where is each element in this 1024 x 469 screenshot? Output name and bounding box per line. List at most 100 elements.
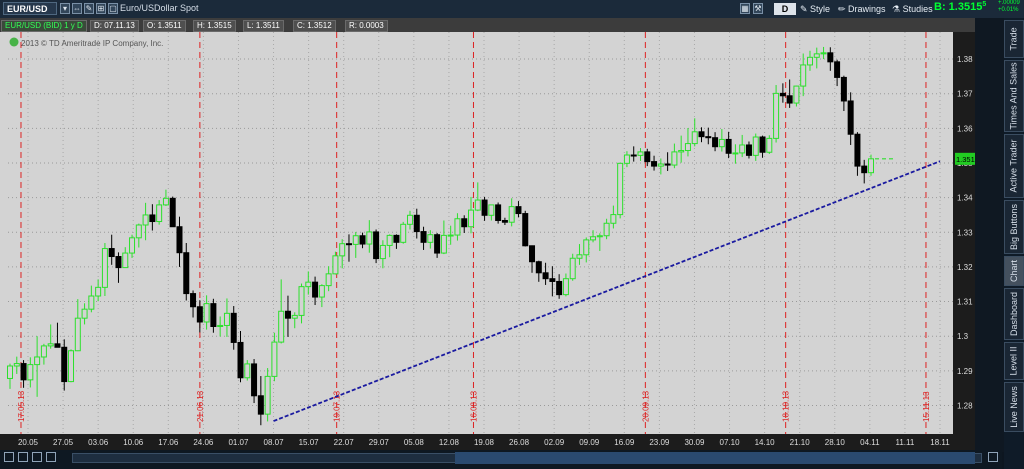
- candle-body: [210, 303, 217, 327]
- candle-body: [183, 252, 190, 295]
- x-tick-label: 20.05: [18, 438, 39, 447]
- candle-body: [664, 163, 671, 166]
- candle-body: [34, 356, 41, 366]
- candle-body: [759, 136, 766, 153]
- candle-body: [196, 306, 203, 323]
- y-tick-label: 1.37: [957, 90, 973, 99]
- x-tick-label: 04.11: [860, 438, 880, 447]
- y-tick-label: 1.31: [957, 298, 973, 307]
- y-tick-label: 1.29: [957, 367, 973, 376]
- symbol-field[interactable]: EUR/USD: [3, 2, 57, 15]
- zoom-out-icon[interactable]: [18, 452, 28, 462]
- drawings-menu[interactable]: ✏ Drawings: [838, 2, 886, 16]
- x-tick-label: 23.09: [649, 438, 670, 447]
- y-tick-label: 1.36: [957, 124, 973, 133]
- symbol-description: Euro/USDollar Spot: [120, 3, 199, 13]
- tab-level-ii[interactable]: Level II: [1004, 342, 1024, 380]
- candle-body: [806, 56, 813, 66]
- candle-body: [162, 197, 169, 206]
- top-toolbar: EUR/USD ▾ ⇔ ✎ ⊞ ▢ Euro/USDollar Spot ▦ ⚒…: [0, 0, 1024, 19]
- candle-body: [129, 237, 136, 254]
- month-marker-label: 15.11.13: [922, 391, 931, 422]
- info-range: R: 0.0003: [345, 20, 388, 32]
- candle-body: [834, 61, 841, 78]
- link-icon[interactable]: ⇔: [72, 3, 82, 14]
- candle-body: [766, 137, 773, 153]
- tab-active-trader[interactable]: Active Trader: [1004, 134, 1024, 198]
- x-tick-label: 30.09: [684, 438, 705, 447]
- candle-body: [122, 252, 129, 269]
- candle-body: [637, 151, 644, 156]
- candle-body: [596, 235, 603, 238]
- x-tick-label: 09.09: [579, 438, 600, 447]
- wrench-icon[interactable]: ⚒: [753, 3, 763, 14]
- candle-body: [156, 204, 163, 223]
- candle-body: [583, 239, 590, 256]
- candle-body: [278, 310, 285, 343]
- tab-label: Dashboard: [1009, 291, 1019, 337]
- candle-body: [47, 343, 54, 347]
- studies-label: Studies: [902, 4, 933, 14]
- candle-body: [793, 85, 800, 104]
- tab-big-buttons[interactable]: Big Buttons: [1004, 200, 1024, 254]
- candle-body: [712, 137, 719, 148]
- candle-body: [732, 152, 739, 155]
- studies-menu[interactable]: ⚗ Studies: [892, 2, 933, 16]
- expand-icon[interactable]: [988, 452, 998, 462]
- x-tick-label: 07.10: [720, 438, 741, 447]
- candle-body: [549, 278, 556, 282]
- cursor-icon[interactable]: [46, 452, 56, 462]
- edit-icon[interactable]: ✎: [84, 3, 94, 14]
- y-tick-label: 1.33: [957, 228, 973, 237]
- last-price-label: 1.3512: [956, 155, 975, 164]
- candle-body: [474, 199, 481, 211]
- candle-body: [27, 364, 34, 381]
- candle-body: [779, 92, 786, 97]
- x-tick-label: 28.10: [825, 438, 846, 447]
- candle-body: [406, 214, 413, 225]
- bid-price: B: 1.35155: [934, 1, 986, 13]
- y-tick-label: 1.34: [957, 194, 973, 203]
- x-tick-label: 11.11: [896, 438, 915, 447]
- change-percent: +0.01%: [998, 7, 1019, 13]
- style-menu[interactable]: ✎ Style: [800, 2, 830, 16]
- tab-dashboard[interactable]: Dashboard: [1004, 288, 1024, 340]
- candle-body: [678, 150, 685, 153]
- compare-icon[interactable]: ⊞: [96, 3, 106, 14]
- tab-label: Times And Sales: [1009, 62, 1020, 130]
- drawings-icon: ✏: [838, 4, 849, 14]
- zoom-fit-icon[interactable]: [32, 452, 42, 462]
- tab-chart[interactable]: Chart: [1004, 256, 1024, 286]
- candle-body: [820, 52, 827, 55]
- candle-body: [325, 273, 332, 287]
- zoom-in-icon[interactable]: [4, 452, 14, 462]
- tab-trade[interactable]: Trade: [1004, 20, 1024, 58]
- d-button[interactable]: D: [774, 3, 796, 15]
- candle-body: [176, 226, 183, 254]
- grid-icon[interactable]: ▦: [740, 3, 750, 14]
- symbol-dropdown-icon[interactable]: ▾: [60, 3, 70, 14]
- candle-body: [339, 243, 346, 257]
- scrollbar-thumb[interactable]: [455, 452, 975, 464]
- y-tick-label: 1.38: [957, 55, 973, 64]
- y-tick-label: 1.32: [957, 263, 973, 272]
- tab-times-and-sales[interactable]: Times And Sales: [1004, 60, 1024, 132]
- candle-body: [529, 245, 536, 263]
- candle-body: [284, 310, 291, 319]
- candle-body: [522, 213, 529, 247]
- tab-label: Chart: [1009, 259, 1020, 283]
- tab-label: Level II: [1009, 346, 1019, 376]
- price-change: +.00009 +0.01%: [998, 0, 1020, 14]
- x-tick-label: 05.08: [404, 438, 425, 447]
- candle-body: [373, 231, 380, 260]
- candle-body: [352, 235, 359, 245]
- info-icon[interactable]: ▢: [108, 3, 118, 14]
- price-chart[interactable]: 17.05.13 21.06.13 19.07.13 16.08.13 20.09.13…: [0, 32, 975, 452]
- candle-body: [115, 256, 122, 269]
- x-tick-label: 26.08: [509, 438, 530, 447]
- candle-body: [61, 346, 68, 383]
- chart-title[interactable]: EUR/USD (BID) 1 y D: [1, 20, 87, 32]
- tab-live-news[interactable]: Live News: [1004, 382, 1024, 432]
- candle-body: [488, 204, 495, 216]
- x-tick-label: 08.07: [264, 438, 285, 447]
